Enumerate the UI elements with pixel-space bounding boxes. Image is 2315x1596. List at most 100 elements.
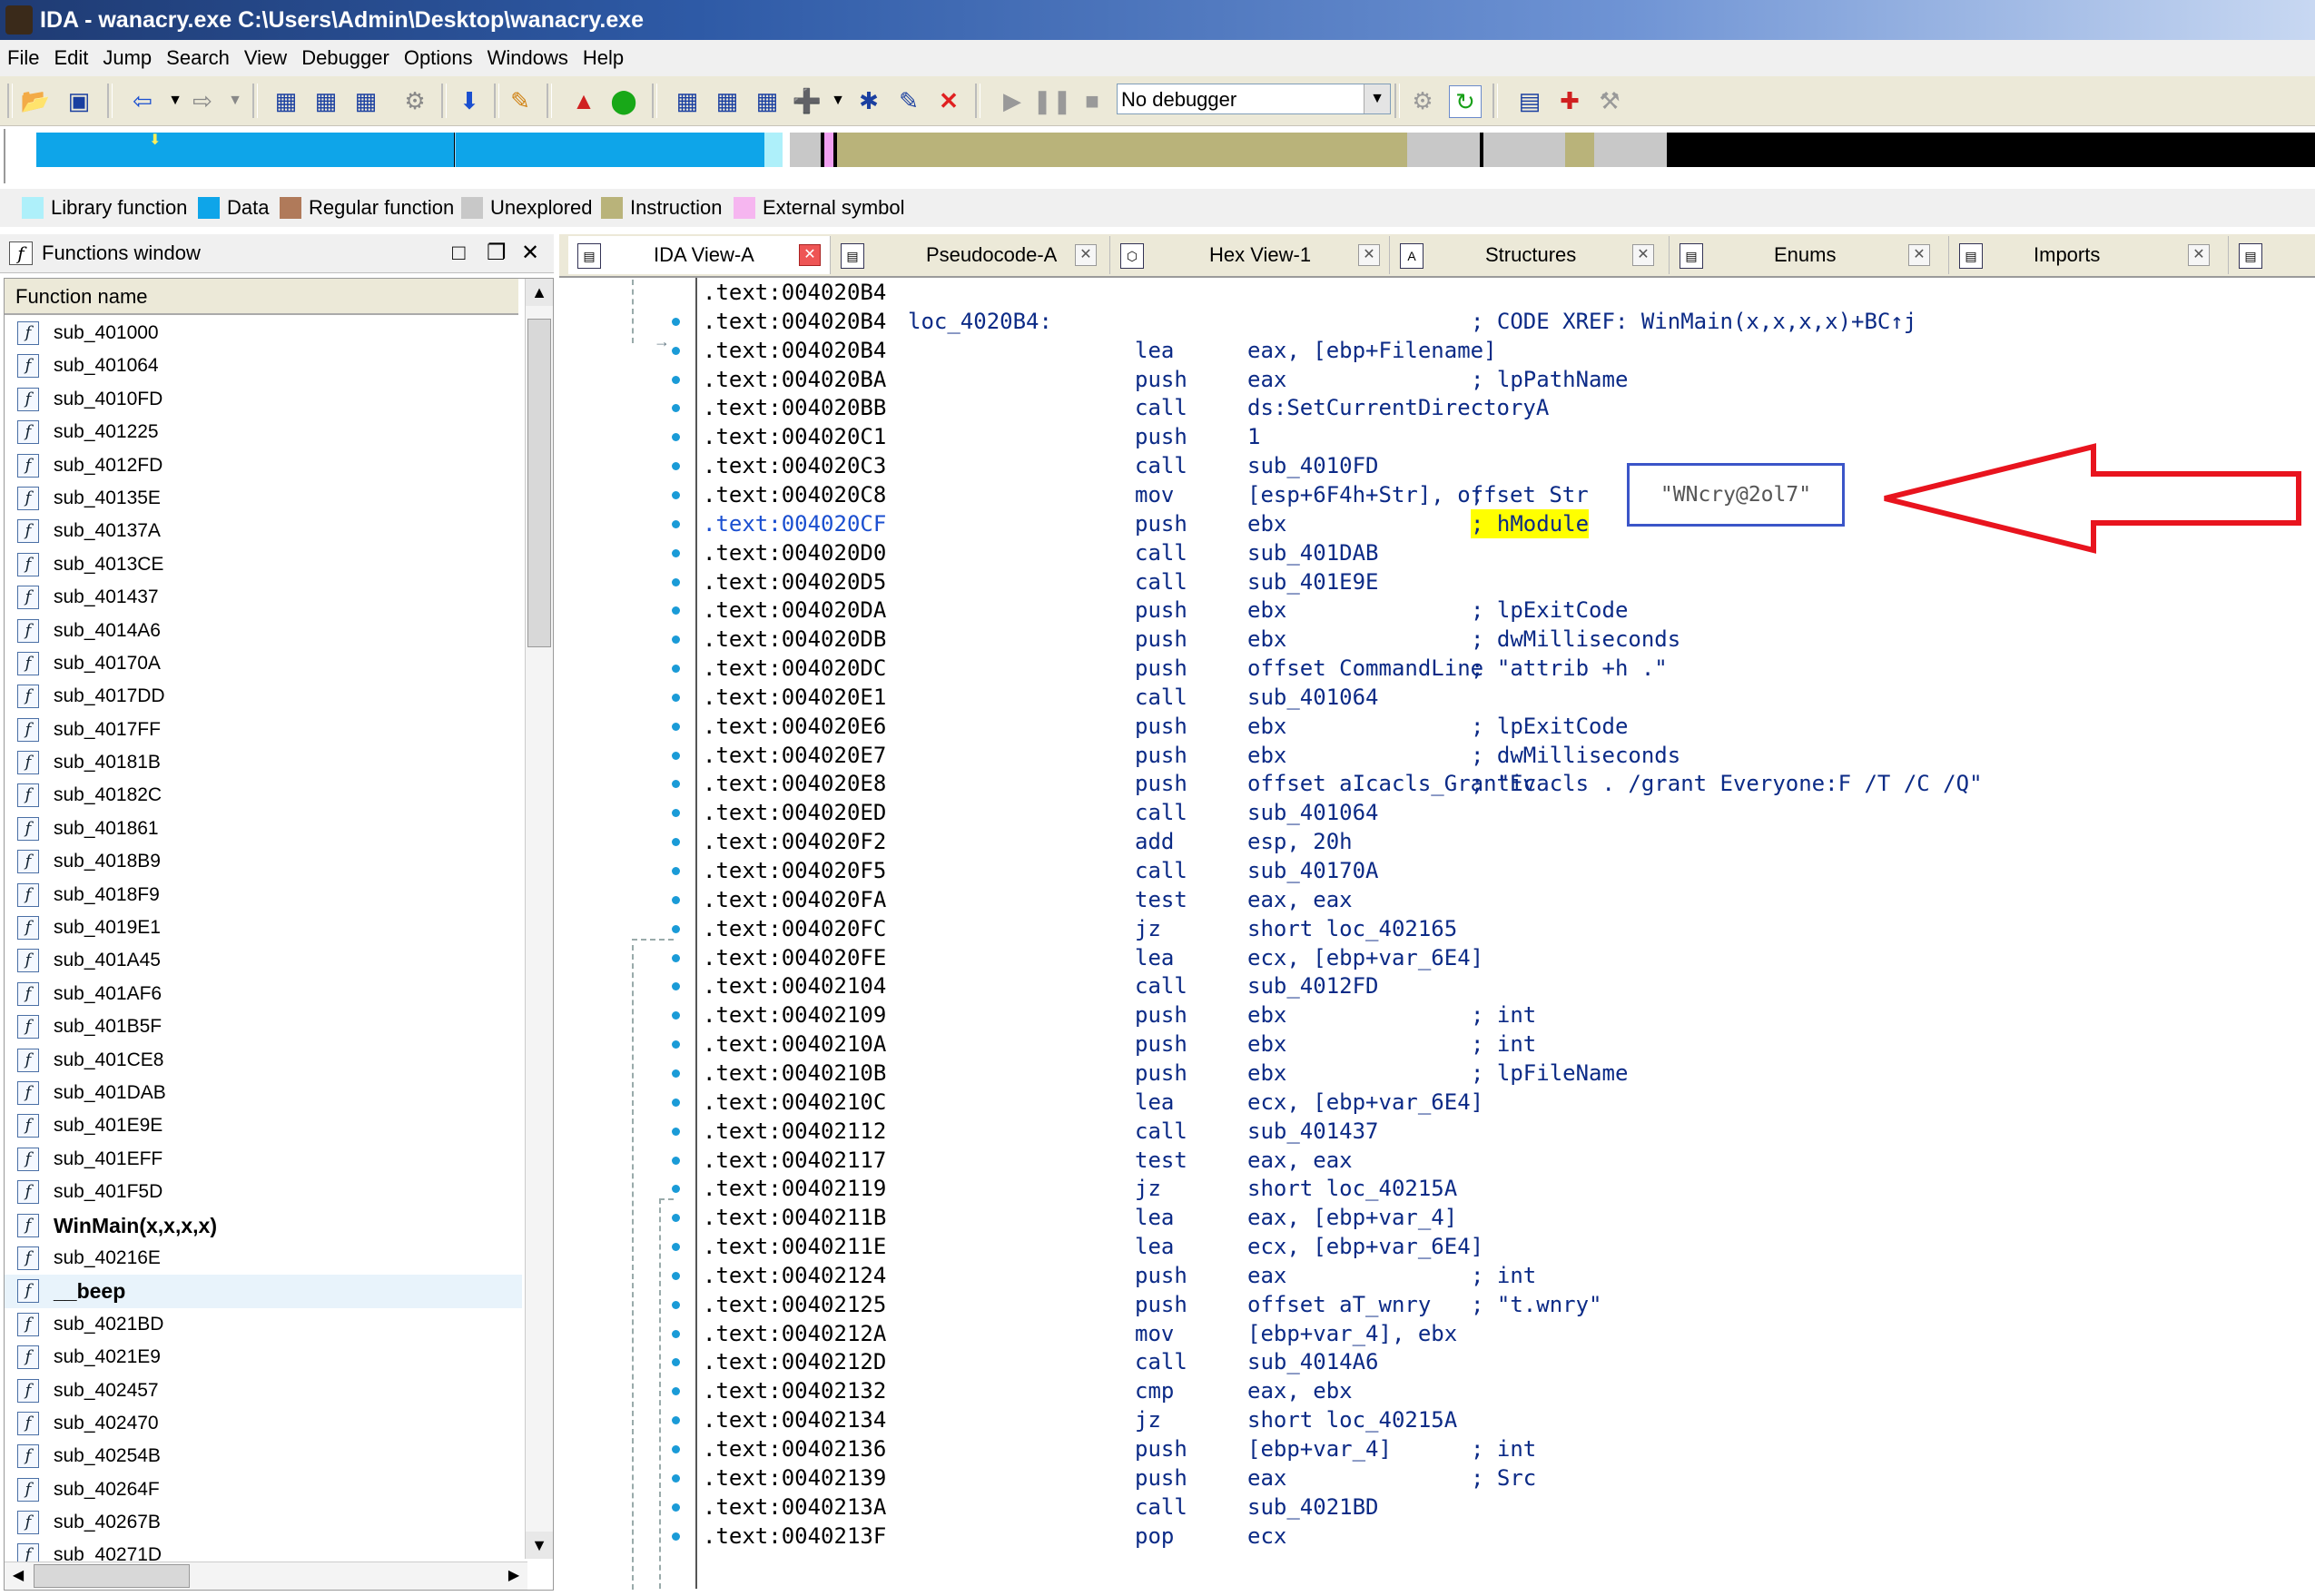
menu-edit[interactable]: Edit (46, 40, 95, 76)
disasm-line[interactable]: .text:004020E8 push offset aIcacls_GrantEv… (703, 769, 1983, 798)
disasm-line[interactable]: .text:004020FC jz short loc_402165 (703, 914, 1457, 943)
function-list-item[interactable]: f sub_4013CE (5, 548, 522, 581)
stop-icon[interactable]: ■ (1077, 85, 1108, 116)
navigation-band[interactable]: ⬇ (36, 133, 2315, 167)
function-list-item[interactable]: f sub_401E9E (5, 1109, 522, 1142)
forward-arrow-icon[interactable]: ⇨ (187, 85, 218, 116)
function-list-item[interactable]: f __beep (5, 1275, 522, 1308)
function-list-item[interactable]: f sub_40216E (5, 1242, 522, 1275)
scroll-down-icon[interactable]: ▼ (526, 1532, 553, 1559)
disasm-line[interactable]: .text:004020B4 lea eax, [ebp+Filename] (703, 336, 1497, 365)
jump-text-icon[interactable]: ▦ (310, 85, 341, 116)
function-list-item[interactable]: f sub_401437 (5, 581, 522, 614)
function-list-item[interactable]: f sub_40254B (5, 1440, 522, 1473)
disasm-line[interactable]: .text:00402134 jz short loc_40215A (703, 1405, 1457, 1434)
disasm-line[interactable]: .text:00402136 push [ebp+var_4] ; int (703, 1434, 1536, 1463)
function-list-item[interactable]: f sub_401AF6 (5, 978, 522, 1010)
function-list-item[interactable]: f sub_401DAB (5, 1077, 522, 1109)
jump-hex-icon[interactable]: ▦ (271, 85, 301, 116)
asterisk-icon[interactable]: ✱ (853, 85, 884, 116)
disasm-line[interactable]: .text:00402104 call sub_4012FD (703, 971, 1379, 1000)
disasm-line[interactable]: .text:00402132 cmp eax, ebx (703, 1376, 1353, 1405)
close-tab-icon[interactable]: ✕ (1075, 244, 1097, 266)
function-list-item[interactable]: f sub_401064 (5, 350, 522, 382)
refresh-icon[interactable]: ↻ (1449, 85, 1482, 118)
disasm-line[interactable]: .text:004020E1 call sub_401064 (703, 683, 1379, 712)
disasm-line[interactable]: .text:004020F5 call sub_40170A (703, 856, 1379, 885)
tab-ida-view-a[interactable]: ▤ IDA View-A ✕ (568, 236, 831, 274)
function-list-item[interactable]: f sub_402470 (5, 1407, 522, 1440)
function-list-item[interactable]: f sub_4018F9 (5, 879, 522, 911)
function-list-item[interactable]: f sub_4021E9 (5, 1341, 522, 1374)
function-list-item[interactable]: f WinMain(x,x,x,x) (5, 1209, 522, 1242)
menu-help[interactable]: Help (576, 40, 631, 76)
down-arrow-icon[interactable]: ⬇ (454, 85, 485, 116)
menu-debugger[interactable]: Debugger (294, 40, 397, 76)
function-list-item[interactable]: f sub_4014A6 (5, 615, 522, 647)
jump-binary-icon[interactable]: ▦ (350, 85, 381, 116)
back-history-dropdown-icon[interactable]: ▼ (160, 85, 191, 116)
edit-icon[interactable]: ✎ (893, 85, 924, 116)
function-list-item[interactable]: f sub_40182C (5, 779, 522, 812)
function-list-item[interactable]: f sub_40181B (5, 746, 522, 779)
disasm-line[interactable]: .text:004020DA push ebx ; lpExitCode (703, 596, 1628, 625)
disasm-line[interactable]: .text:0040210A push ebx ; int (703, 1030, 1536, 1059)
menu-view[interactable]: View (237, 40, 294, 76)
green-circle-icon[interactable]: ⬤ (608, 85, 639, 116)
function-list-item[interactable]: f sub_4010FD (5, 383, 522, 416)
script-icon[interactable]: ✎ (505, 85, 536, 116)
forward-history-dropdown-icon[interactable]: ▼ (220, 85, 251, 116)
string-icon[interactable]: ▦ (752, 85, 783, 116)
search-icon[interactable]: ⚙ (399, 85, 430, 116)
disasm-line[interactable]: .text:004020D5 call sub_401E9E (703, 567, 1379, 596)
close-tab-icon[interactable]: ✕ (1908, 244, 1930, 266)
list-icon[interactable]: ▤ (1514, 85, 1545, 116)
delete-icon[interactable]: ✕ (933, 85, 964, 116)
close-tab-icon[interactable]: ✕ (2188, 244, 2210, 266)
disasm-line[interactable]: .text:00402117 test eax, eax (703, 1146, 1353, 1175)
function-list-item[interactable]: f sub_401225 (5, 416, 522, 448)
disasm-line[interactable]: .text:004020FA test eax, eax (703, 885, 1353, 914)
disasm-line[interactable]: .text:004020BA push eax ; lpPathName (703, 365, 1628, 394)
scroll-left-icon[interactable]: ◀ (5, 1562, 32, 1590)
disasm-line[interactable]: .text:00402109 push ebx ; int (703, 1000, 1536, 1030)
disasm-line[interactable]: .text:0040210C lea ecx, [ebp+var_6E4] (703, 1088, 1483, 1117)
disasm-line[interactable]: .text:00402124 push eax ; int (703, 1261, 1536, 1290)
save-icon[interactable]: ▣ (64, 85, 94, 116)
function-list-item[interactable]: f sub_4017DD (5, 680, 522, 713)
pause-icon[interactable]: ❚❚ (1032, 85, 1072, 116)
disasm-line[interactable]: .text:004020E7 push ebx ; dwMilliseconds (703, 741, 1680, 770)
add-function-icon[interactable]: ➕ (792, 85, 823, 116)
function-list-item[interactable]: f sub_40170A (5, 647, 522, 680)
disasm-line[interactable]: .text:004020D0 call sub_401DAB (703, 538, 1379, 567)
tab-pseudocode-a[interactable]: ▤ Pseudocode-A ✕ (832, 236, 1110, 274)
disasm-line[interactable]: .text:00402119 jz short loc_40215A (703, 1174, 1457, 1203)
function-list-item[interactable]: f sub_401F5D (5, 1176, 522, 1208)
function-list-item[interactable]: f sub_40267B (5, 1506, 522, 1539)
attach-icon[interactable]: ⚙ (1407, 85, 1438, 116)
disasm-line[interactable]: .text:004020F2 add esp, 20h (703, 827, 1353, 856)
vertical-scrollbar[interactable]: ▲ ▼ (525, 279, 553, 1559)
disasm-line[interactable]: .text:0040213F pop ecx (703, 1522, 1286, 1551)
disasm-line[interactable]: .text:004020ED call sub_401064 (703, 798, 1379, 827)
tab-exports[interactable]: ▤ (2230, 236, 2311, 274)
horizontal-scrollbar[interactable]: ◀ ▶ (5, 1562, 527, 1590)
add-dropdown-icon[interactable]: ▼ (823, 85, 853, 116)
function-list-item[interactable]: f sub_4017FF (5, 714, 522, 746)
function-list-item[interactable]: f sub_40264F (5, 1473, 522, 1506)
function-list-item[interactable]: f sub_4018B9 (5, 845, 522, 878)
back-arrow-icon[interactable]: ⇦ (127, 85, 158, 116)
close-tab-icon[interactable]: ✕ (1358, 244, 1380, 266)
debugger-select[interactable]: No debugger ▼ (1117, 84, 1391, 114)
disasm-line[interactable]: .text:004020B4 (703, 278, 886, 307)
function-list-item[interactable]: f sub_401A45 (5, 944, 522, 977)
disasm-line[interactable]: .text:00402112 call sub_401437 (703, 1117, 1379, 1146)
restore-icon[interactable]: ❐ (487, 234, 507, 272)
disasm-line[interactable]: .text:0040211E lea ecx, [ebp+var_6E4] (703, 1232, 1483, 1261)
disasm-line[interactable]: .text:00402139 push eax ; Src (703, 1463, 1536, 1493)
scroll-right-icon[interactable]: ▶ (500, 1562, 527, 1590)
disasm-line[interactable]: .text:004020B4 loc_4020B4: ; CODE XREF: Wi… (703, 307, 1916, 336)
graph-view-icon[interactable]: ▲ (568, 85, 599, 116)
function-list-item[interactable]: f sub_401861 (5, 813, 522, 845)
disasm-line[interactable]: .text:004020FE lea ecx, [ebp+var_6E4] (703, 943, 1483, 972)
